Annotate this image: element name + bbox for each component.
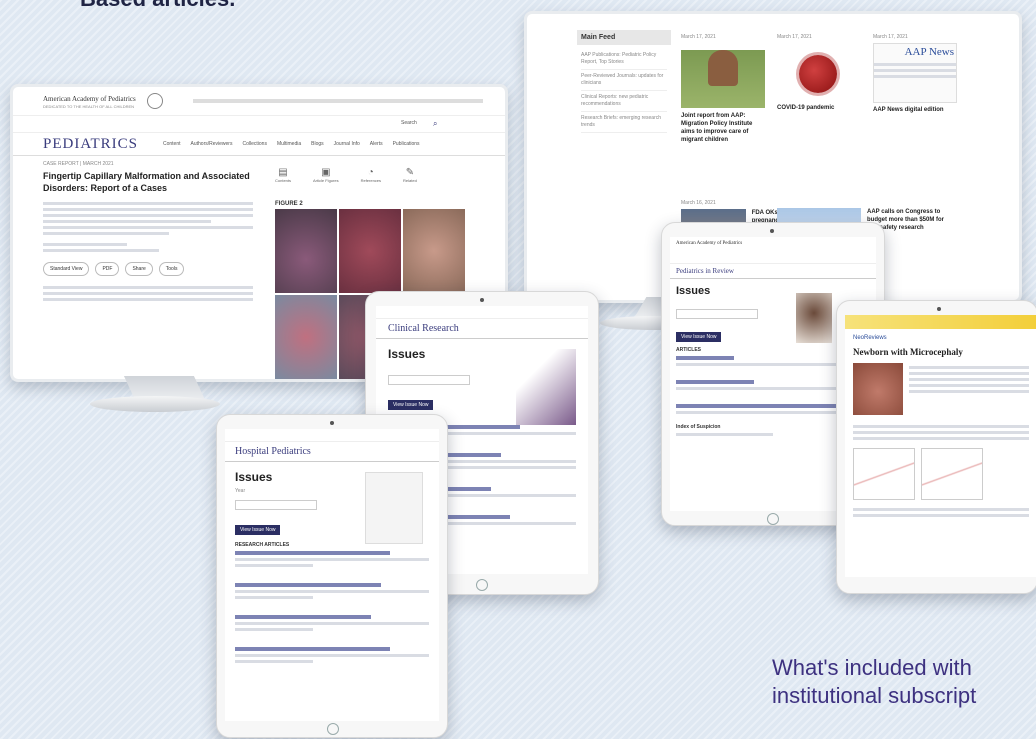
- card-image: [681, 50, 765, 108]
- contents-icon: ▤: [278, 167, 288, 178]
- card-date: March 17, 2021: [873, 34, 908, 40]
- issue-select[interactable]: [235, 500, 317, 510]
- cover-image: [365, 472, 423, 544]
- related-tool[interactable]: ✎ Related: [403, 167, 417, 183]
- hand-photo: [403, 209, 465, 293]
- growth-chart: [921, 448, 983, 500]
- tools-button[interactable]: Tools: [158, 262, 185, 276]
- cover-image: [516, 349, 576, 425]
- caption-line: What's included with: [772, 655, 972, 680]
- article-tools: ▤ Contents ▣ Article Figures ◔ References ✎…: [275, 167, 417, 183]
- virus-image: [777, 43, 861, 101]
- tablet-hospital: Hospital Pediatrics Issues Year View Iss…: [216, 414, 448, 738]
- issue-select[interactable]: [388, 375, 470, 385]
- org-tagline: DEDICATED TO THE HEALTH OF ALL CHILDREN: [43, 104, 135, 109]
- nav-item[interactable]: Publications: [393, 141, 420, 147]
- top-links: [193, 99, 483, 103]
- journal-title[interactable]: Clinical Research: [376, 319, 588, 339]
- hand-photo: [339, 209, 401, 293]
- contents-tool[interactable]: ▤ Contents: [275, 167, 291, 183]
- nav-item[interactable]: Authors/Reviewers: [191, 141, 233, 147]
- card-title: Joint report from AAP: Migration Policy …: [681, 113, 753, 143]
- view-issue-button[interactable]: View Issue Now: [235, 525, 281, 535]
- journal-title[interactable]: Pediatrics in Review: [670, 264, 876, 279]
- figures-icon: ▣: [321, 167, 331, 178]
- home-button[interactable]: [327, 723, 339, 735]
- sidebar-item[interactable]: Research Briefs: emerging research trend…: [581, 112, 667, 133]
- news-card[interactable]: March 17, 2021 COVID-19 pandemic: [777, 34, 861, 111]
- article-title: Fingertip Capillary Malformation and Ass…: [43, 171, 250, 193]
- figures-tool[interactable]: ▣ Article Figures: [313, 167, 339, 183]
- journal-nav: Content Authors/Reviewers Collections Mu…: [163, 141, 420, 147]
- search-label[interactable]: Search: [401, 120, 417, 126]
- related-icon: ✎: [405, 167, 415, 178]
- nav-item[interactable]: Collections: [242, 141, 266, 147]
- journal-title[interactable]: PEDIATRICS: [43, 136, 138, 153]
- growth-chart: [853, 448, 915, 500]
- org-name: American Academy of Pediatrics: [670, 237, 876, 264]
- card-date: March 17, 2021: [777, 34, 812, 40]
- sidebar-item[interactable]: AAP Publications: Pediatric Policy Repor…: [581, 49, 667, 70]
- article-type: CASE REPORT | MARCH 2021: [43, 161, 114, 167]
- news-card[interactable]: March 17, 2021 AAP News AAP News digital…: [873, 34, 957, 113]
- nav-item[interactable]: Alerts: [370, 141, 383, 147]
- news-logo: AAP News: [904, 46, 954, 58]
- news-sidebar: Main Feed AAP Publications: Pediatric Po…: [577, 30, 671, 170]
- hand-photo: [275, 295, 337, 379]
- cover-image: [796, 293, 832, 343]
- home-button[interactable]: [767, 513, 779, 525]
- nav-item[interactable]: Journal Info: [334, 141, 360, 147]
- references-tool[interactable]: ◔ References: [361, 167, 381, 183]
- page-heading: Based articles.: [80, 0, 235, 12]
- nav-item[interactable]: Content: [163, 141, 181, 147]
- org-name: American Academy of Pediatrics: [43, 95, 136, 103]
- pdf-button[interactable]: PDF: [95, 262, 120, 276]
- article-title: Newborn with Microcephaly: [853, 347, 963, 357]
- nav-item[interactable]: Blogs: [311, 141, 324, 147]
- subscription-caption: What's included with institutional subsc…: [772, 654, 976, 710]
- issues-heading: Issues: [676, 285, 711, 297]
- search-icon[interactable]: ⌕: [433, 119, 437, 129]
- newborn-photo: [853, 363, 903, 415]
- sidebar-item[interactable]: Peer-Reviewed Journals: updates for clin…: [581, 70, 667, 91]
- aap-logo-icon: [147, 93, 163, 109]
- article-column: CASE REPORT | MARCH 2021 Fingertip Capil…: [43, 161, 253, 304]
- share-button[interactable]: Share: [125, 262, 153, 276]
- references-icon: ◔: [367, 167, 374, 178]
- news-card[interactable]: March 17, 2021 Joint report from AAP: Mi…: [681, 34, 765, 144]
- caption-line: institutional subscript: [772, 683, 977, 708]
- figure-label: FIGURE 2: [275, 201, 303, 207]
- neoreviews-logo: NeoReviews: [853, 335, 887, 341]
- home-button[interactable]: [476, 579, 488, 591]
- tablet-neoreviews: NeoReviews Newborn with Microcephaly: [836, 300, 1036, 594]
- view-issue-button[interactable]: View Issue Now: [676, 332, 722, 342]
- hand-photo: [275, 209, 337, 293]
- sidebar-title: Main Feed: [577, 30, 671, 45]
- standard-view-button[interactable]: Standard View: [43, 262, 90, 276]
- card-title: AAP News digital edition: [873, 107, 944, 113]
- newspaper-image: AAP News: [873, 43, 957, 103]
- card-title: COVID-19 pandemic: [777, 105, 835, 111]
- card-date: March 17, 2021: [681, 34, 716, 40]
- monitor-base: [90, 396, 220, 412]
- issue-select[interactable]: [676, 309, 758, 319]
- journal-title[interactable]: Hospital Pediatrics: [225, 442, 439, 462]
- nav-item[interactable]: Multimedia: [277, 141, 301, 147]
- view-issue-button[interactable]: View Issue Now: [388, 400, 434, 410]
- sidebar-item[interactable]: Clinical Reports: new pediatric recommen…: [581, 91, 667, 112]
